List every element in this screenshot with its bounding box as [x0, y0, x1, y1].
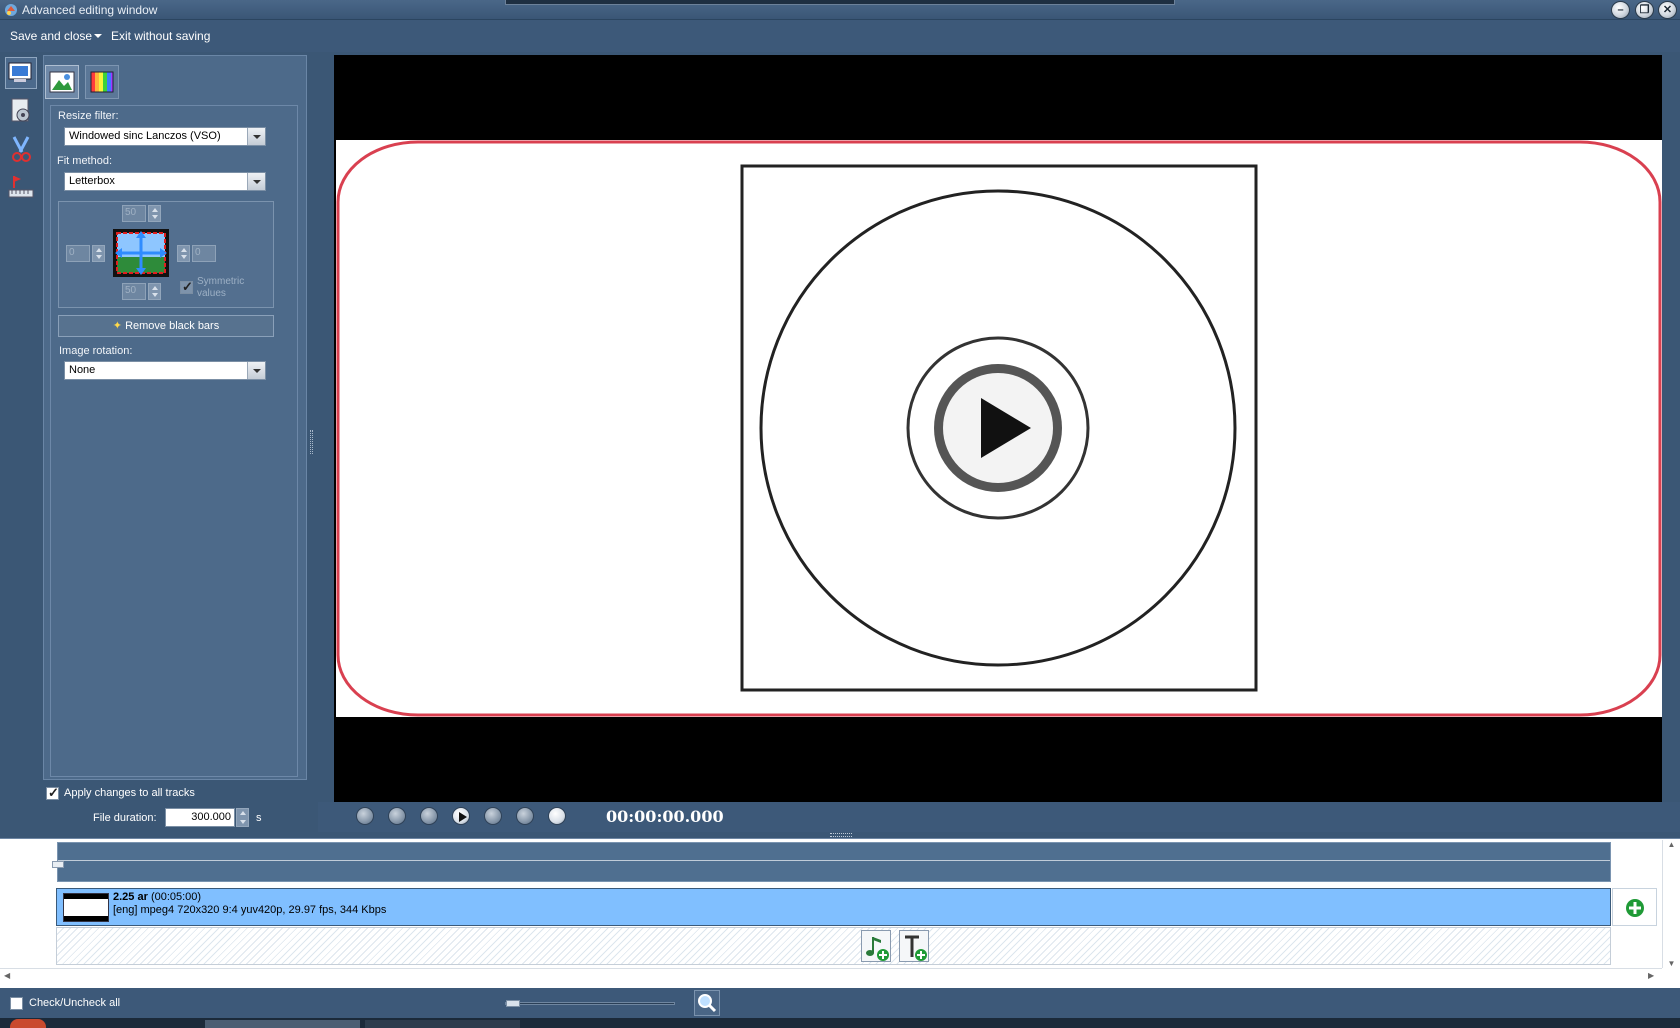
add-icon	[1626, 899, 1644, 917]
rewind-icon[interactable]	[356, 807, 374, 825]
cut-icon[interactable]	[5, 133, 37, 165]
resize-filter-value: Windowed sinc Lanczos (VSO)	[69, 130, 221, 142]
window-drag-handle[interactable]	[505, 0, 1175, 5]
file-duration-input[interactable]: 300.000	[165, 808, 235, 827]
check-all-label: Check/Uncheck all	[29, 997, 121, 1009]
zoom-slider[interactable]	[505, 1000, 675, 1007]
restore-icon[interactable]: ❐	[1635, 1, 1654, 19]
minimize-icon[interactable]: –	[1611, 1, 1630, 19]
symmetric-label-line1: Symmetric	[197, 276, 245, 287]
app-icon	[4, 3, 18, 17]
video-track[interactable]: 2.25 ar (00:05:00) [eng] mpeg4 720x320 9…	[56, 888, 1611, 926]
taskbar-item[interactable]	[365, 1020, 520, 1028]
crop-bottom-spinner[interactable]	[148, 283, 161, 300]
settings-tabs	[45, 63, 301, 103]
scroll-up-icon[interactable]: ▲	[1663, 840, 1680, 849]
video-settings-icon[interactable]	[5, 57, 37, 89]
timeline-vertical-scrollbar[interactable]: ▲ ▼	[1662, 840, 1680, 968]
image-rotation-label: Image rotation:	[59, 345, 133, 357]
track-duration: (00:05:00)	[150, 891, 202, 903]
fit-method-value: Letterbox	[69, 175, 115, 187]
zoom-slider-thumb[interactable]	[506, 1000, 520, 1007]
zoom-icon[interactable]	[694, 990, 720, 1016]
timeline-ruler[interactable]	[52, 842, 1611, 882]
tab-color[interactable]	[85, 65, 119, 99]
check-all-checkbox[interactable]	[10, 997, 23, 1010]
resize-filter-label: Resize filter:	[58, 110, 119, 122]
fast-forward-icon[interactable]	[516, 807, 534, 825]
taskbar	[0, 1018, 1680, 1028]
scroll-left-icon[interactable]: ◀	[4, 971, 10, 980]
loop-icon[interactable]	[548, 807, 566, 825]
add-subtitle-track-icon[interactable]	[899, 930, 929, 962]
start-button[interactable]	[10, 1019, 46, 1028]
playhead-handle[interactable]	[52, 861, 64, 868]
symmetric-values-checkbox[interactable]	[180, 279, 193, 295]
remove-black-bars-button[interactable]: ✦ Remove black bars	[58, 315, 274, 337]
symmetric-values-label: Symmetric values	[197, 276, 244, 300]
scroll-down-icon[interactable]: ▼	[1663, 959, 1680, 968]
timecode: 00:00:00.000	[606, 807, 724, 826]
fit-method-select[interactable]: Letterbox	[64, 172, 266, 191]
apply-all-tracks-checkbox[interactable]	[46, 785, 59, 801]
status-bar: Check/Uncheck all	[0, 988, 1680, 1018]
exit-without-saving-button[interactable]: Exit without saving	[111, 29, 210, 43]
crop-left-spinner[interactable]	[92, 245, 105, 262]
resize-filter-select[interactable]: Windowed sinc Lanczos (VSO)	[64, 127, 266, 146]
image-rotation-value: None	[69, 364, 96, 376]
track-details: [eng] mpeg4 720x320 9:4 yuv420p, 29.97 f…	[113, 904, 387, 916]
add-audio-track-icon[interactable]	[861, 930, 891, 962]
panel-splitter[interactable]	[310, 430, 313, 454]
taskbar-item[interactable]	[205, 1020, 360, 1028]
save-options-dropdown-icon[interactable]	[94, 34, 102, 38]
pause-icon[interactable]	[388, 807, 406, 825]
menu-bar: Save and close Exit without saving	[0, 20, 1680, 52]
scroll-right-icon[interactable]: ▶	[1648, 971, 1654, 980]
fit-method-label: Fit method:	[57, 155, 113, 167]
apply-all-tracks-label: Apply changes to all tracks	[64, 787, 195, 799]
crop-preview-icon[interactable]	[111, 227, 171, 279]
close-icon[interactable]: ✕	[1658, 1, 1677, 19]
chapters-icon[interactable]	[5, 171, 37, 203]
track-title: 2.25 ar	[113, 891, 148, 903]
crop-left-field[interactable]: 0	[66, 245, 90, 262]
track-thumbnail	[63, 893, 109, 922]
crop-right-field[interactable]: 0	[192, 245, 216, 262]
empty-track-area	[56, 927, 1611, 965]
timeline-splitter[interactable]	[830, 833, 852, 837]
file-duration-unit: s	[256, 812, 262, 824]
file-duration-spinner[interactable]	[236, 808, 249, 827]
picture-icon	[49, 71, 75, 93]
tab-picture[interactable]	[45, 65, 79, 99]
color-bars-icon	[90, 71, 114, 93]
left-icon-rail	[3, 55, 39, 835]
title-bar: Advanced editing window – ❐ ✕	[0, 0, 1680, 20]
chevron-down-icon	[247, 362, 265, 379]
file-duration-label: File duration:	[93, 812, 157, 824]
window-title: Advanced editing window	[22, 3, 158, 17]
crop-top-spinner[interactable]	[148, 205, 161, 222]
symmetric-label-line2: values	[197, 288, 226, 299]
add-track-button[interactable]	[1612, 888, 1657, 926]
chevron-down-icon	[247, 128, 265, 145]
crop-bottom-field[interactable]: 50	[122, 283, 146, 300]
image-rotation-select[interactable]: None	[64, 361, 266, 380]
crop-right-spinner[interactable]	[177, 245, 190, 262]
play-disc-image	[336, 140, 1662, 717]
preview-frame	[336, 140, 1662, 717]
crop-top-field[interactable]: 50	[122, 205, 146, 222]
play-icon[interactable]	[452, 807, 470, 825]
remove-black-bars-label: Remove black bars	[125, 320, 220, 332]
timeline-horizontal-scrollbar[interactable]: ◀ ▶	[0, 968, 1662, 985]
ruler-line	[58, 860, 1610, 861]
audio-disc-icon[interactable]	[5, 95, 37, 127]
magic-wand-icon: ✦	[112, 320, 122, 332]
next-frame-icon[interactable]	[484, 807, 502, 825]
chevron-down-icon	[247, 173, 265, 190]
stop-icon[interactable]	[420, 807, 438, 825]
save-and-close-button[interactable]: Save and close	[10, 29, 92, 43]
track-title-line: 2.25 ar (00:05:00)	[113, 891, 201, 903]
